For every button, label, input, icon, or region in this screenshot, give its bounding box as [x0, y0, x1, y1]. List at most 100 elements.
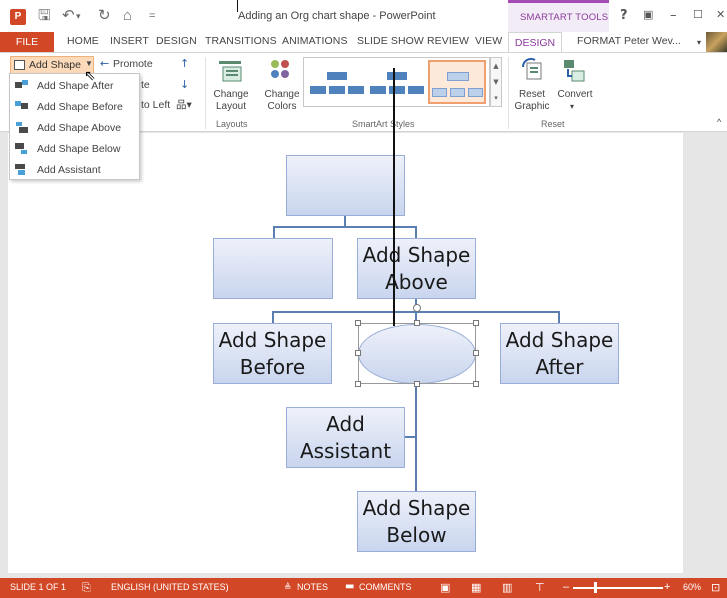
- smartart-styles-gallery[interactable]: [303, 57, 490, 107]
- tab-animations[interactable]: ANIMATIONS: [282, 35, 348, 47]
- context-group-label: SMARTART TOOLS: [520, 12, 609, 23]
- reading-view-icon[interactable]: ▥: [502, 581, 512, 594]
- right-to-left-button[interactable]: to Left: [141, 99, 170, 111]
- node-label: Add Shape Below: [362, 495, 471, 547]
- move-up-icon[interactable]: ↑: [180, 57, 189, 70]
- org-node-level2[interactable]: [213, 238, 333, 299]
- chevron-down-icon[interactable]: ▾: [570, 101, 574, 113]
- selection-box: [358, 323, 476, 384]
- collapse-ribbon-icon[interactable]: ^: [717, 117, 721, 127]
- move-down-icon[interactable]: ↓: [180, 78, 189, 91]
- slide-counter: SLIDE 1 OF 1: [10, 582, 67, 592]
- org-node-add-shape-after[interactable]: Add Shape After: [500, 323, 619, 384]
- resize-handle[interactable]: [355, 350, 361, 356]
- notes-icon: ≜: [284, 583, 292, 593]
- tab-insert[interactable]: INSERT: [110, 35, 149, 47]
- convert-button[interactable]: Convert: [555, 89, 595, 101]
- avatar[interactable]: [706, 32, 727, 52]
- menu-item-label: Add Shape Before: [37, 101, 123, 113]
- change-colors-icon[interactable]: [266, 58, 294, 84]
- layout-icon[interactable]: 品▾: [176, 97, 192, 112]
- tab-review[interactable]: REVIEW: [427, 35, 469, 47]
- tab-view[interactable]: VIEW: [475, 35, 502, 47]
- menu-item-label: Add Shape Above: [37, 122, 122, 134]
- tab-smartart-format[interactable]: FORMAT: [577, 35, 621, 47]
- comments-button[interactable]: COMMENTS: [359, 582, 412, 592]
- node-label: Add Shape Above: [362, 242, 471, 294]
- connector: [405, 436, 416, 438]
- style-thumbnail-selected[interactable]: [428, 60, 486, 104]
- change-colors-button[interactable]: Change Colors: [262, 89, 302, 113]
- resize-handle[interactable]: [473, 320, 479, 326]
- ribbon-display-options-button[interactable]: ▣: [643, 8, 653, 21]
- menu-item-add-shape-below[interactable]: Add Shape Below: [10, 139, 139, 159]
- divider: [205, 57, 206, 129]
- resize-handle[interactable]: [414, 320, 420, 326]
- spell-check-icon[interactable]: ⎘: [82, 581, 91, 595]
- customize-toolbar-icon[interactable]: =: [149, 8, 155, 24]
- zoom-in-button[interactable]: +: [664, 581, 670, 593]
- add-shape-button[interactable]: Add Shape ▼: [10, 56, 94, 74]
- tab-smartart-design[interactable]: DESIGN: [508, 32, 562, 53]
- org-node-add-assistant[interactable]: Add Assistant: [286, 407, 405, 468]
- minimize-button[interactable]: –: [670, 8, 677, 23]
- menu-item-add-shape-before[interactable]: Add Shape Before: [10, 97, 139, 117]
- smartart-tools-context: SMARTART TOOLS: [508, 0, 609, 32]
- add-shape-below-icon: [15, 143, 28, 155]
- powerpoint-icon[interactable]: P: [10, 9, 26, 25]
- slideshow-view-icon[interactable]: ⊤: [535, 581, 545, 594]
- notes-button[interactable]: NOTES: [297, 582, 328, 592]
- undo-icon[interactable]: ↶: [62, 8, 75, 24]
- org-node-top[interactable]: [286, 155, 405, 216]
- change-layout-button[interactable]: Change Layout: [212, 89, 250, 113]
- convert-icon[interactable]: [560, 57, 588, 83]
- chevron-down-icon[interactable]: ▼: [85, 59, 93, 68]
- menu-item-add-assistant[interactable]: Add Assistant: [10, 160, 139, 180]
- change-layout-icon[interactable]: [217, 59, 245, 85]
- tab-design[interactable]: DESIGN: [156, 35, 197, 47]
- add-shape-before-icon: [15, 101, 28, 113]
- comments-icon: ▬: [345, 581, 355, 592]
- resize-handle[interactable]: [414, 381, 420, 387]
- user-account[interactable]: Peter Wev...: [624, 35, 681, 47]
- normal-view-icon[interactable]: ▣: [440, 581, 450, 594]
- zoom-out-button[interactable]: –: [563, 581, 569, 593]
- resize-handle[interactable]: [355, 320, 361, 326]
- reset-graphic-icon[interactable]: [519, 57, 547, 83]
- promote-button[interactable]: Promote: [113, 58, 153, 70]
- maximize-button[interactable]: ☐: [693, 8, 703, 21]
- menu-item-add-shape-above[interactable]: Add Shape Above: [10, 118, 139, 138]
- add-shape-menu: Add Shape After Add Shape Before Add Sha…: [9, 73, 140, 180]
- gallery-scrollbar[interactable]: ▲ ▼ ▾: [490, 57, 502, 107]
- style-thumbnail[interactable]: [308, 60, 366, 104]
- zoom-slider-thumb[interactable]: [594, 582, 597, 593]
- close-button[interactable]: ✕: [716, 8, 725, 21]
- resize-handle[interactable]: [473, 350, 479, 356]
- tab-transitions[interactable]: TRANSITIONS: [205, 35, 277, 47]
- org-node-add-shape-above[interactable]: Add Shape Above: [357, 238, 476, 299]
- tab-file[interactable]: FILE: [0, 32, 54, 52]
- fit-slide-icon[interactable]: ⊡: [711, 581, 720, 594]
- start-slideshow-icon[interactable]: ⌂: [123, 8, 132, 24]
- redo-icon[interactable]: ↻: [98, 8, 111, 24]
- help-button[interactable]: ?: [620, 8, 628, 23]
- language-indicator[interactable]: ENGLISH (UNITED STATES): [111, 582, 229, 592]
- resize-handle[interactable]: [473, 381, 479, 387]
- org-node-add-shape-before[interactable]: Add Shape Before: [213, 323, 332, 384]
- user-dropdown-icon[interactable]: ▾: [697, 38, 701, 47]
- save-icon[interactable]: 🖫: [38, 8, 51, 24]
- tab-home[interactable]: HOME: [67, 35, 99, 47]
- slide-sorter-icon[interactable]: ▦: [471, 581, 481, 594]
- tab-slide-show[interactable]: SLIDE SHOW: [357, 35, 424, 47]
- zoom-level[interactable]: 60%: [683, 582, 701, 592]
- menu-item-add-shape-after[interactable]: Add Shape After: [10, 76, 139, 96]
- menu-item-label: Add Assistant: [37, 164, 101, 176]
- demote-button[interactable]: te: [141, 79, 150, 91]
- resize-handle[interactable]: [355, 381, 361, 387]
- reset-graphic-button[interactable]: Reset Graphic: [513, 89, 551, 113]
- rotate-handle[interactable]: [413, 304, 421, 312]
- undo-dropdown-icon[interactable]: ▾: [76, 8, 81, 24]
- zoom-slider[interactable]: [573, 587, 663, 589]
- style-thumbnail[interactable]: [368, 60, 426, 104]
- org-node-add-shape-below[interactable]: Add Shape Below: [357, 491, 476, 552]
